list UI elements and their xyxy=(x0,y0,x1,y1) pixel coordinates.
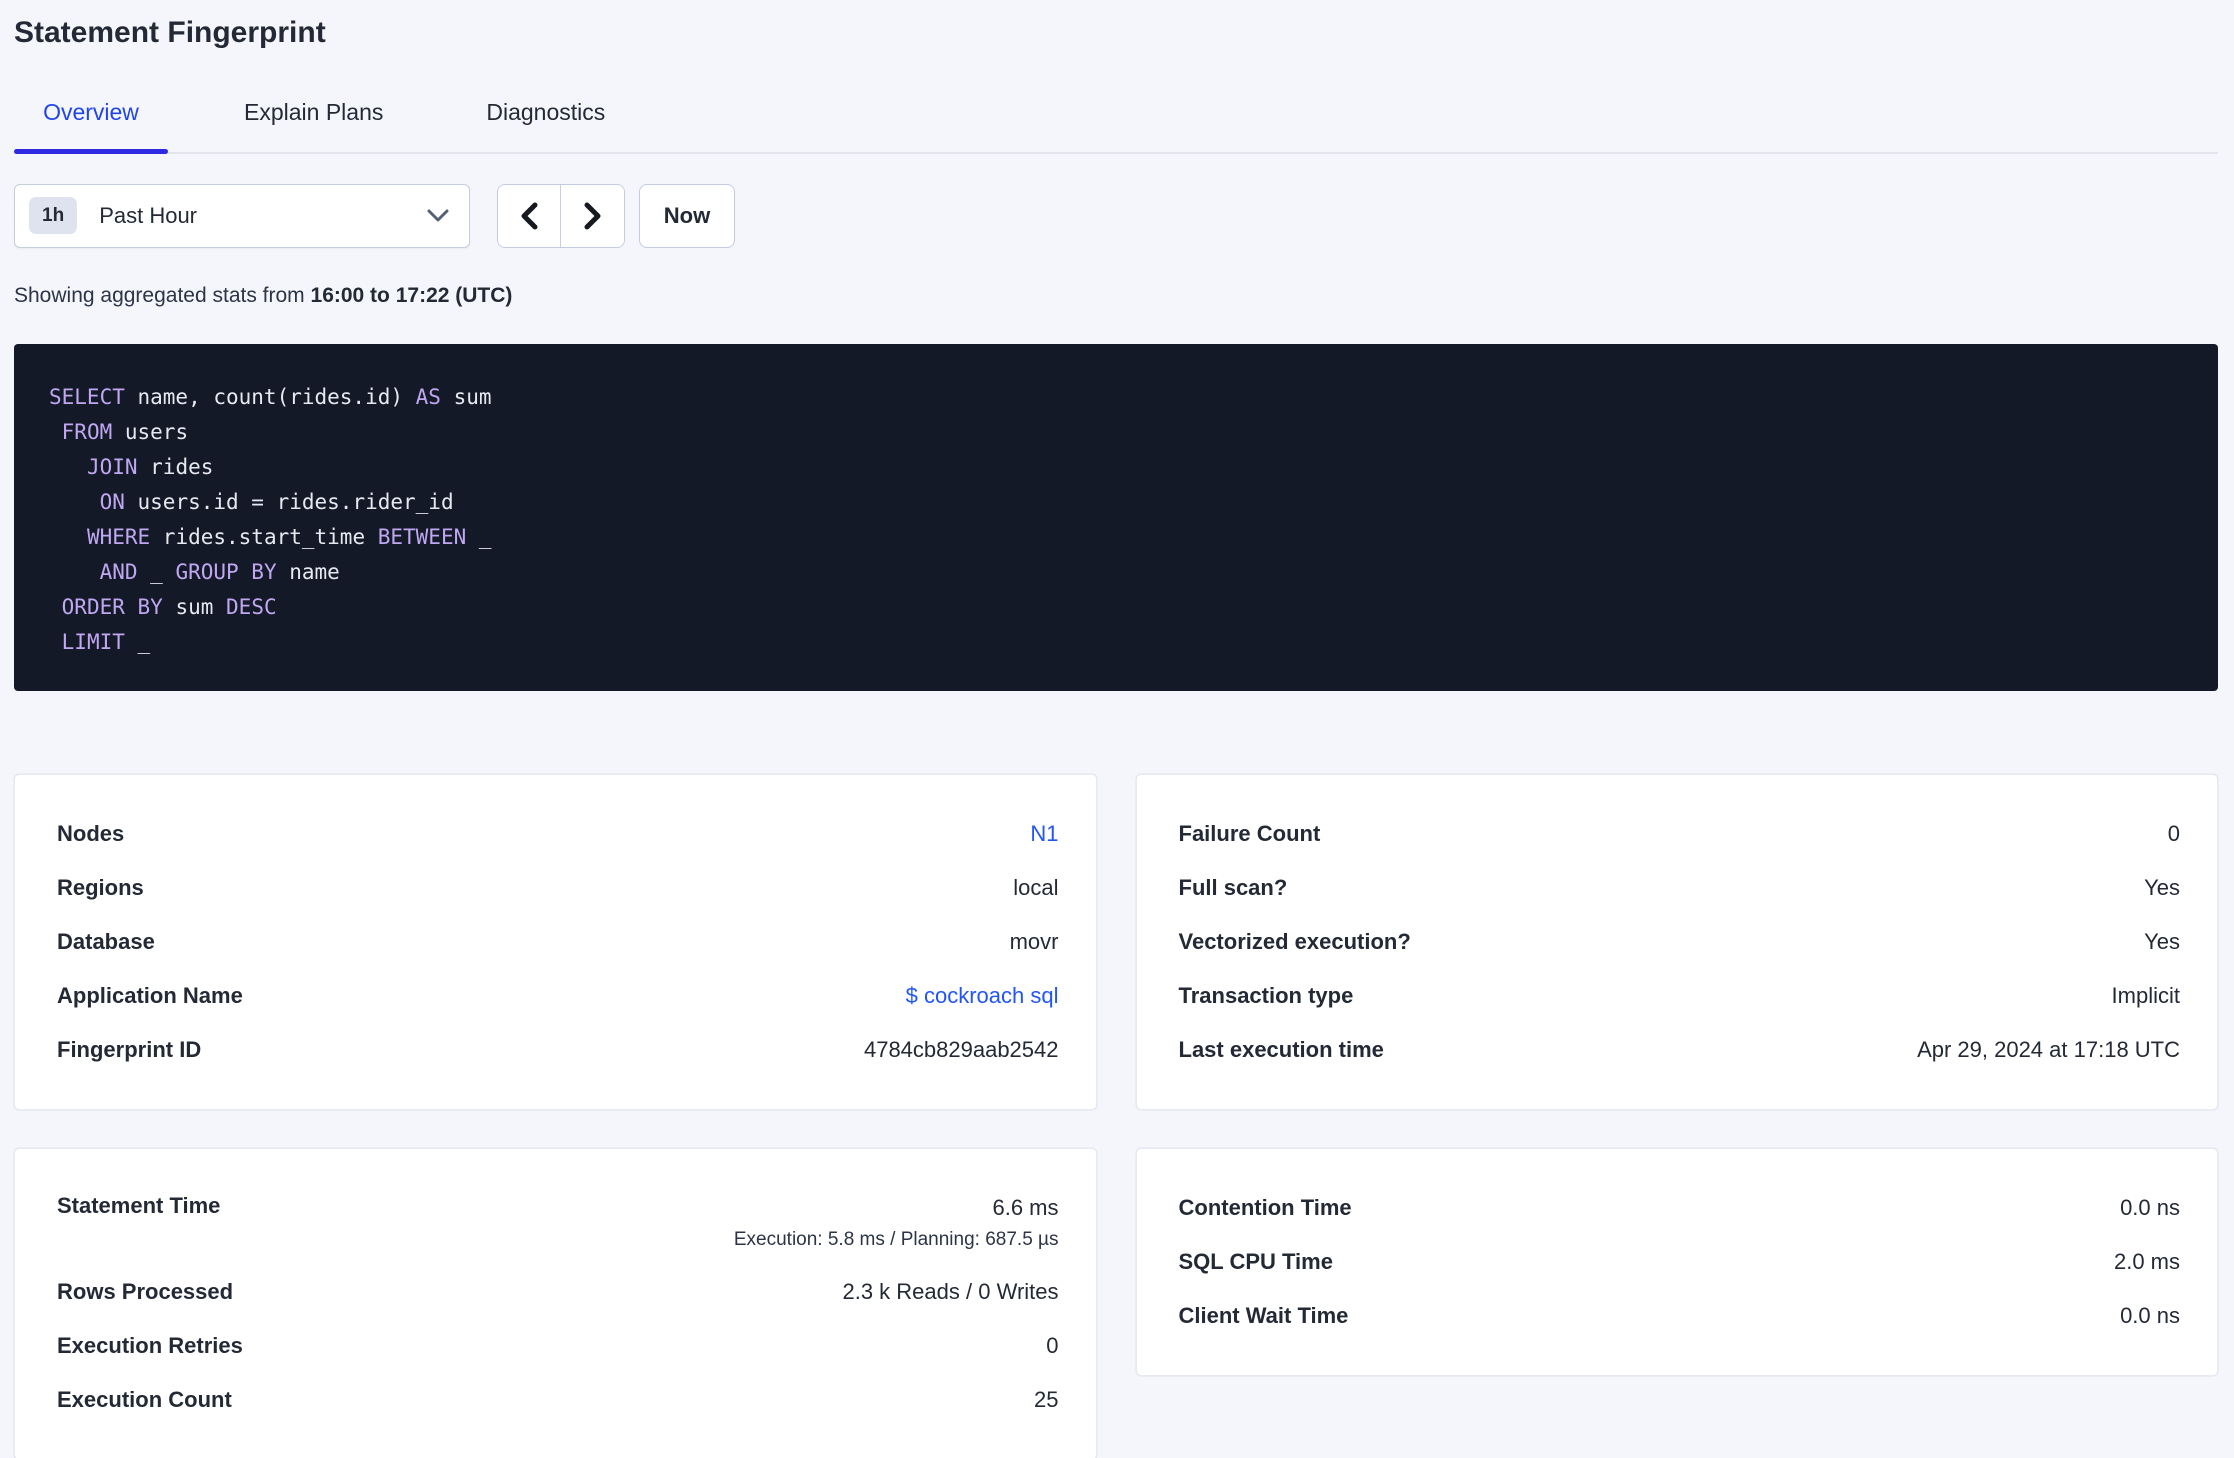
row-label: Nodes xyxy=(57,820,125,846)
card-row: Statement Time 6.6 ms Execution: 5.8 ms / … xyxy=(57,1181,1059,1265)
tab-diagnostics[interactable]: Diagnostics xyxy=(459,83,632,152)
statement-timing-card: Statement Time 6.6 ms Execution: 5.8 ms / … xyxy=(14,1147,1097,1458)
row-value: Yes xyxy=(2144,874,2180,900)
row-label: Rows Processed xyxy=(57,1278,234,1304)
row-label: Application Name xyxy=(57,982,243,1008)
tab-explain-plans[interactable]: Explain Plans xyxy=(217,83,410,152)
row-value: 2.3 k Reads / 0 Writes xyxy=(842,1278,1059,1304)
card-row: Client Wait Time 0.0 ns xyxy=(1179,1289,2181,1343)
row-label: Contention Time xyxy=(1178,1194,1352,1220)
row-value-link[interactable]: N1 xyxy=(1030,819,1058,849)
page-title: Statement Fingerprint xyxy=(14,16,326,49)
cards-grid: Nodes N1 Regions local Database movr Applicati… xyxy=(14,773,2218,1458)
chevron-right-icon xyxy=(582,201,604,231)
row-label: Transaction type xyxy=(1178,982,1354,1008)
time-range-select[interactable]: 1h Past Hour xyxy=(14,183,470,248)
row-value: local xyxy=(1013,874,1059,900)
row-label: Last execution time xyxy=(1178,1036,1384,1062)
row-subvalue: Execution: 5.8 ms / Planning: 687.5 µs xyxy=(733,1229,1059,1251)
next-interval-button[interactable] xyxy=(561,184,624,247)
stats-note-prefix: Showing aggregated stats from xyxy=(14,283,311,307)
card-row: Last execution time Apr 29, 2024 at 17:18… xyxy=(1179,1023,2181,1077)
row-value: Implicit xyxy=(2111,982,2180,1008)
card-row: Execution Count 25 xyxy=(57,1373,1059,1427)
card-row: Fingerprint ID 4784cb829aab2542 xyxy=(57,1023,1059,1077)
now-button[interactable]: Now xyxy=(639,183,735,248)
row-label: Failure Count xyxy=(1178,820,1321,846)
card-row: Transaction type Implicit xyxy=(1179,969,2181,1023)
row-value: 0.0 ns xyxy=(2120,1302,2180,1328)
card-row: Failure Count 0 xyxy=(1179,807,2181,861)
chevron-left-icon xyxy=(518,201,540,231)
tab-bar: Overview Explain Plans Diagnostics xyxy=(14,83,2218,154)
card-row: Regions local xyxy=(57,861,1059,915)
card-row: Nodes N1 xyxy=(57,807,1059,861)
duration-badge: 1h xyxy=(29,197,78,234)
row-label: Regions xyxy=(57,874,144,900)
chevron-down-icon xyxy=(427,209,449,223)
wait-time-card: Contention Time 0.0 ns SQL CPU Time 2.0 ms C… xyxy=(1135,1147,2218,1376)
row-label: SQL CPU Time xyxy=(1178,1248,1333,1274)
row-value: movr xyxy=(1009,928,1059,954)
row-value: 6.6 ms xyxy=(992,1194,1059,1220)
time-controls: 1h Past Hour Now xyxy=(14,183,2218,248)
row-label: Full scan? xyxy=(1178,874,1288,900)
card-row: SQL CPU Time 2.0 ms xyxy=(1179,1235,2181,1289)
row-label: Execution Retries xyxy=(57,1332,243,1358)
row-value: 4784cb829aab2542 xyxy=(863,1036,1059,1062)
card-row: Application Name $ cockroach sql xyxy=(57,969,1059,1023)
card-row: Vectorized execution? Yes xyxy=(1179,915,2181,969)
tab-overview[interactable]: Overview xyxy=(14,83,168,154)
row-value-link[interactable]: $ cockroach sql xyxy=(906,981,1059,1011)
stats-note-range: 16:00 to 17:22 (UTC) xyxy=(310,283,513,307)
card-row: Full scan? Yes xyxy=(1179,861,2181,915)
row-value: 0.0 ns xyxy=(2120,1194,2180,1220)
row-label: Execution Count xyxy=(57,1386,232,1412)
row-label: Database xyxy=(57,928,155,954)
card-row: Execution Retries 0 xyxy=(57,1319,1059,1373)
sql-statement-box: SELECT name, count(rides.id) AS sum FROM… xyxy=(14,343,2218,691)
row-label: Client Wait Time xyxy=(1178,1302,1349,1328)
row-label: Vectorized execution? xyxy=(1178,928,1411,954)
row-value: Yes xyxy=(2144,928,2180,954)
row-value: 0 xyxy=(1046,1332,1059,1358)
sql-statement-text: SELECT name, count(rides.id) AS sum FROM… xyxy=(49,384,492,654)
statement-fingerprint-page: Statement Fingerprint Overview Explain Pl… xyxy=(0,0,2234,1458)
row-value: 0 xyxy=(2167,820,2180,846)
time-step-group xyxy=(497,183,625,248)
card-row: Contention Time 0.0 ns xyxy=(1179,1181,2181,1235)
stats-note: Showing aggregated stats from 16:00 to 1… xyxy=(14,284,2218,308)
statement-details-card: Nodes N1 Regions local Database movr Applicati… xyxy=(14,773,1097,1110)
execution-attributes-card: Failure Count 0 Full scan? Yes Vectorized ex… xyxy=(1135,773,2218,1110)
row-value: Apr 29, 2024 at 17:18 UTC xyxy=(1917,1036,2180,1062)
row-value: 2.0 ms xyxy=(2113,1248,2180,1274)
row-value: 25 xyxy=(1034,1386,1059,1412)
previous-interval-button[interactable] xyxy=(498,184,561,247)
row-label: Statement Time xyxy=(57,1192,221,1218)
card-row: Rows Processed 2.3 k Reads / 0 Writes xyxy=(57,1265,1059,1319)
card-row: Database movr xyxy=(57,915,1059,969)
row-label: Fingerprint ID xyxy=(57,1036,202,1062)
time-range-label: Past Hour xyxy=(99,202,198,228)
